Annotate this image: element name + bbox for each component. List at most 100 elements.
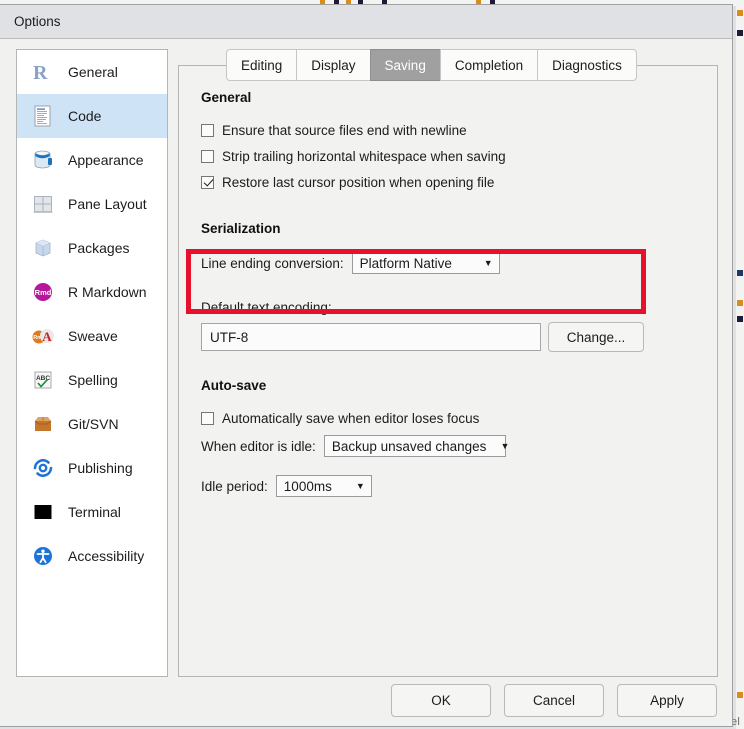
sidebar-item-label: Packages — [68, 240, 130, 256]
publish-icon — [31, 456, 55, 480]
options-category-list[interactable]: R General Code Appearance Pane Layout Pa… — [16, 49, 168, 677]
sidebar-item-appearance[interactable]: Appearance — [17, 138, 167, 182]
sidebar-item-label: Code — [68, 108, 102, 124]
idle-period-label: Idle period: — [201, 478, 268, 494]
checkbox-row-newline[interactable]: Ensure that source files end with newlin… — [201, 117, 695, 143]
dialog-titlebar: Options — [0, 5, 732, 39]
abc-check-icon: ABC — [31, 368, 55, 392]
sidebar-item-label: Publishing — [68, 460, 133, 476]
saving-panel: General Ensure that source files end wit… — [178, 65, 718, 677]
sidebar-item-code[interactable]: Code — [17, 94, 167, 138]
sidebar-item-label: Git/SVN — [68, 416, 119, 432]
tab-completion[interactable]: Completion — [439, 49, 538, 81]
chevron-down-icon: ▼ — [483, 257, 493, 268]
pdf-rnw-icon: Rnw A — [31, 324, 55, 348]
checkbox-row-autosave-focus[interactable]: Automatically save when editor loses foc… — [201, 405, 695, 431]
dialog-body: R General Code Appearance Pane Layout Pa… — [0, 39, 732, 727]
svg-text:R: R — [33, 62, 48, 84]
tab-editing[interactable]: Editing — [226, 49, 297, 81]
accessibility-icon — [31, 544, 55, 568]
r-logo-icon: R — [31, 60, 55, 84]
sidebar-item-label: Spelling — [68, 372, 118, 388]
line-ending-row: Line ending conversion: Platform Native … — [201, 248, 695, 278]
sidebar-item-publishing[interactable]: Publishing — [17, 446, 167, 490]
general-section-heading: General — [201, 90, 252, 105]
grid-panes-icon — [31, 192, 55, 216]
paint-can-icon — [31, 148, 55, 172]
checkbox-label: Restore last cursor position when openin… — [222, 174, 495, 190]
sidebar-item-label: General — [68, 64, 118, 80]
chevron-down-icon: ▼ — [500, 440, 510, 451]
tab-bar[interactable]: Editing Display Saving Completion Diagno… — [226, 49, 637, 81]
tab-display[interactable]: Display — [296, 49, 370, 81]
options-content: Editing Display Saving Completion Diagno… — [178, 49, 718, 677]
checkbox-autosave-on-focus-loss[interactable] — [201, 411, 214, 425]
idle-action-select[interactable]: Backup unsaved changes ▼ — [323, 435, 510, 457]
ok-button[interactable]: OK — [391, 684, 491, 717]
autosave-section-heading: Auto-save — [201, 378, 267, 393]
checkbox-ensure-newline[interactable] — [201, 123, 214, 137]
default-encoding-value-field[interactable]: UTF-8 — [201, 323, 541, 351]
document-icon — [31, 104, 55, 128]
idle-action-row: When editor is idle: Backup unsaved chan… — [201, 431, 695, 461]
idle-period-row: Idle period: 1000ms ▼ — [201, 471, 695, 501]
checkbox-strip-whitespace[interactable] — [201, 149, 214, 163]
terminal-icon — [31, 500, 55, 524]
default-encoding-row: UTF-8 Change... — [201, 322, 695, 352]
checkbox-row-strip-whitespace[interactable]: Strip trailing horizontal whitespace whe… — [201, 143, 695, 169]
sidebar-item-label: Sweave — [68, 328, 118, 344]
background-mark — [737, 316, 743, 322]
rmd-badge-icon: Rmd — [31, 280, 55, 304]
background-mark — [737, 30, 743, 36]
sidebar-item-accessibility[interactable]: Accessibility — [17, 534, 167, 578]
dialog-footer: OK Cancel Apply — [0, 684, 733, 717]
sidebar-item-label: Accessibility — [68, 548, 145, 564]
idle-period-value: 1000ms — [283, 478, 332, 494]
background-mark — [737, 300, 743, 306]
checkbox-label: Automatically save when editor loses foc… — [222, 410, 480, 426]
background-mark — [737, 10, 743, 16]
sidebar-item-sweave[interactable]: Rnw A Sweave — [17, 314, 167, 358]
idle-period-select[interactable]: 1000ms ▼ — [275, 475, 372, 497]
options-dialog: Options R General Code Appearance Pane L… — [0, 4, 733, 727]
checkbox-label: Ensure that source files end with newlin… — [222, 122, 467, 138]
screenshot-root: Model Options R General — [0, 0, 744, 729]
cancel-button[interactable]: Cancel — [504, 684, 604, 717]
background-app-right-strip — [736, 0, 744, 729]
checkbox-row-restore-cursor[interactable]: Restore last cursor position when openin… — [201, 169, 695, 195]
sidebar-item-git-svn[interactable]: Git/SVN — [17, 402, 167, 446]
background-mark — [737, 692, 743, 698]
default-encoding-block: Default text encoding: UTF-8 Change... — [201, 300, 695, 352]
idle-action-label: When editor is idle: — [201, 438, 316, 454]
line-ending-label: Line ending conversion: — [201, 255, 344, 271]
sidebar-item-label: Pane Layout — [68, 196, 147, 212]
sidebar-item-label: R Markdown — [68, 284, 147, 300]
sidebar-item-terminal[interactable]: Terminal — [17, 490, 167, 534]
svg-text:ABC: ABC — [36, 375, 50, 382]
chevron-down-icon: ▼ — [355, 480, 365, 491]
sidebar-item-label: Terminal — [68, 504, 121, 520]
checkbox-restore-cursor[interactable] — [201, 175, 214, 189]
sidebar-item-general[interactable]: R General — [17, 50, 167, 94]
sidebar-item-r-markdown[interactable]: Rmd R Markdown — [17, 270, 167, 314]
line-ending-select[interactable]: Platform Native ▼ — [351, 252, 500, 274]
background-mark — [737, 270, 743, 276]
idle-action-value: Backup unsaved changes — [331, 438, 487, 454]
dialog-title: Options — [14, 14, 61, 29]
sidebar-item-spelling[interactable]: ABC Spelling — [17, 358, 167, 402]
sidebar-item-packages[interactable]: Packages — [17, 226, 167, 270]
svg-text:Rmd: Rmd — [35, 288, 52, 297]
apply-button[interactable]: Apply — [617, 684, 717, 717]
tab-diagnostics[interactable]: Diagnostics — [537, 49, 637, 81]
default-encoding-label: Default text encoding: — [201, 300, 332, 315]
box-cube-icon — [31, 236, 55, 260]
checkbox-label: Strip trailing horizontal whitespace whe… — [222, 148, 506, 164]
serialization-section-heading: Serialization — [201, 221, 281, 236]
open-box-icon — [31, 412, 55, 436]
sidebar-item-label: Appearance — [68, 152, 144, 168]
sidebar-item-pane-layout[interactable]: Pane Layout — [17, 182, 167, 226]
change-encoding-button[interactable]: Change... — [548, 322, 644, 352]
tab-saving[interactable]: Saving — [369, 49, 440, 81]
svg-text:A: A — [42, 329, 52, 344]
line-ending-value: Platform Native — [359, 255, 452, 271]
